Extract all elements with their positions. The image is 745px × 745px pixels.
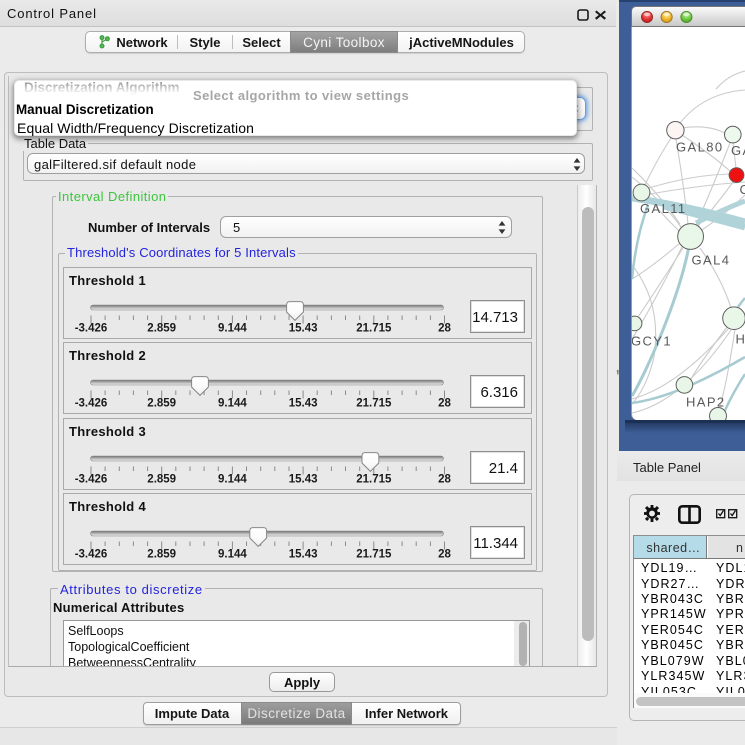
svg-text:21.715: 21.715 [356, 549, 392, 561]
svg-text:-3.426: -3.426 [75, 323, 108, 335]
svg-text:-3.426: -3.426 [75, 549, 108, 561]
svg-text:-3.426: -3.426 [75, 398, 108, 410]
svg-text:9.144: 9.144 [218, 549, 247, 561]
svg-text:H: H [736, 332, 745, 347]
svg-text:15.43: 15.43 [289, 323, 318, 335]
svg-text:9.144: 9.144 [218, 474, 247, 486]
svg-text:GA: GA [731, 143, 745, 158]
svg-text:-3.426: -3.426 [75, 474, 108, 486]
svg-text:21.715: 21.715 [356, 323, 392, 335]
svg-text:2.859: 2.859 [147, 474, 176, 486]
svg-text:C: C [740, 182, 745, 197]
svg-text:GAL11: GAL11 [640, 201, 687, 216]
svg-text:GCY1: GCY1 [632, 334, 672, 349]
svg-text:9.144: 9.144 [218, 398, 247, 410]
svg-text:GAL80: GAL80 [676, 140, 723, 155]
svg-text:HAP2: HAP2 [686, 395, 726, 410]
svg-text:15.43: 15.43 [289, 474, 318, 486]
svg-text:2.859: 2.859 [147, 323, 176, 335]
svg-text:28: 28 [438, 549, 451, 561]
svg-text:21.715: 21.715 [356, 474, 392, 486]
svg-text:2.859: 2.859 [147, 549, 176, 561]
svg-text:9.144: 9.144 [218, 323, 247, 335]
svg-text:28: 28 [438, 474, 451, 486]
svg-text:28: 28 [438, 398, 451, 410]
svg-text:2.859: 2.859 [147, 398, 176, 410]
svg-text:GAL4: GAL4 [692, 253, 731, 268]
svg-text:15.43: 15.43 [289, 549, 318, 561]
svg-text:15.43: 15.43 [289, 398, 318, 410]
svg-text:28: 28 [438, 323, 451, 335]
svg-text:21.715: 21.715 [356, 398, 392, 410]
